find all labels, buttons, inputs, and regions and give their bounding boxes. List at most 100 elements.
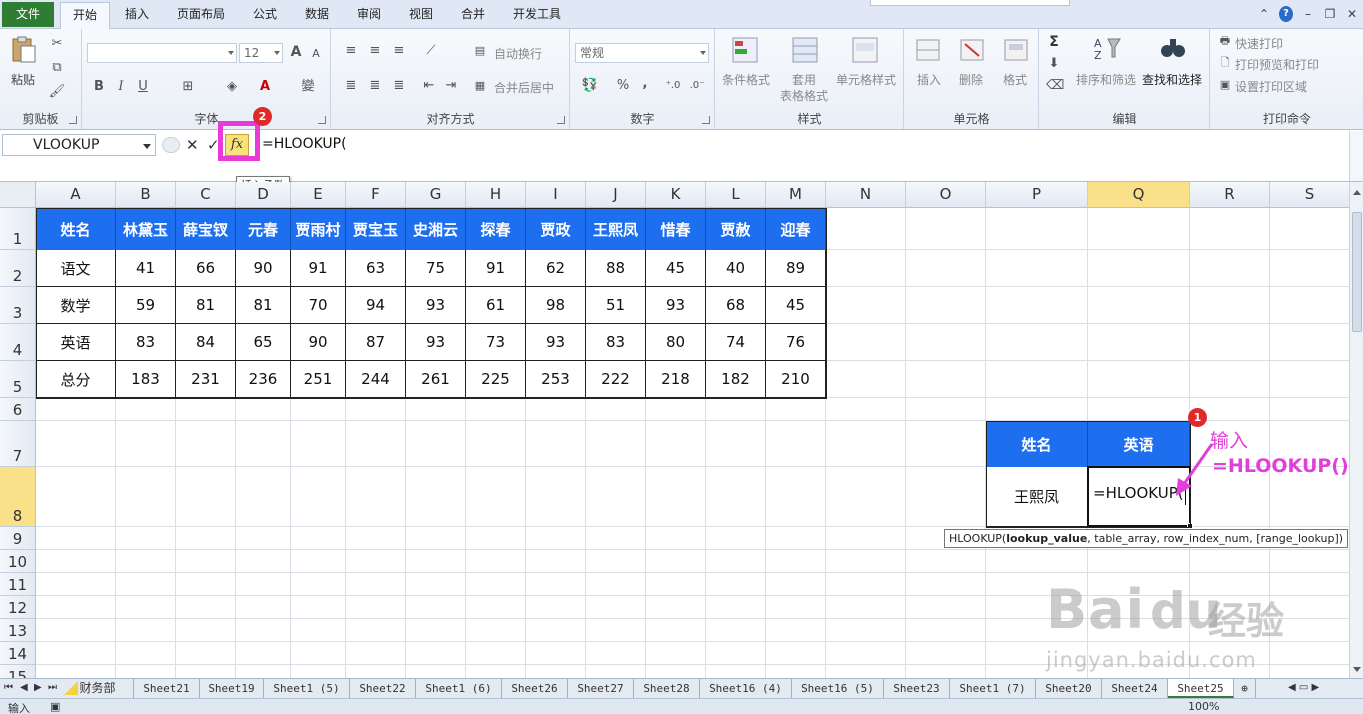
print-preview-icon[interactable]: 🗋	[1217, 54, 1233, 72]
font-size-combo[interactable]: 12	[239, 43, 283, 63]
alignment-launcher-icon[interactable]	[557, 116, 565, 124]
wrap-text-button[interactable]: 自动换行	[494, 45, 542, 62]
align-left-icon[interactable]: ≣	[342, 77, 360, 95]
sheet-tab[interactable]: Sheet28	[634, 679, 700, 698]
worksheet-grid[interactable]: A B C D E F G H I J K L M N O P Q R S 1 2 3 4 5 6 7 8 9 10 11 12 13 14 15…	[0, 182, 1349, 678]
table-cell[interactable]: 93	[406, 287, 466, 324]
table-header-cell[interactable]: 惜春	[646, 208, 706, 250]
table-cell[interactable]: 98	[526, 287, 586, 324]
table-cell[interactable]: 83	[586, 324, 646, 361]
insert-sheet-icon[interactable]: ⊕	[1234, 679, 1256, 698]
sheet-tab[interactable]: Sheet22	[350, 679, 416, 698]
table-cell[interactable]: 74	[706, 324, 766, 361]
print-area-icon[interactable]: ▣	[1217, 76, 1233, 94]
table-header-cell[interactable]: 姓名	[36, 208, 116, 250]
column-header-m[interactable]: M	[766, 182, 826, 208]
cell-styles-button[interactable]: 单元格样式	[836, 71, 896, 88]
table-cell[interactable]: 66	[176, 250, 236, 287]
table-cell[interactable]: 91	[291, 250, 346, 287]
conditional-format-icon[interactable]	[730, 35, 760, 65]
tab-view[interactable]: 视图	[400, 2, 442, 29]
currency-icon[interactable]: 💱	[579, 77, 601, 95]
table-cell[interactable]: 61	[466, 287, 526, 324]
column-header-k[interactable]: K	[646, 182, 706, 208]
decrease-decimal-icon[interactable]: .0⁻	[687, 77, 707, 95]
shrink-font-icon[interactable]: A	[309, 45, 323, 63]
table-cell[interactable]: 231	[176, 361, 236, 398]
table-cell[interactable]: 261	[406, 361, 466, 398]
next-sheet-icon[interactable]: ▶	[34, 682, 42, 693]
format-painter-icon[interactable]: 🖌	[48, 83, 66, 101]
table-header-cell[interactable]: 贾政	[526, 208, 586, 250]
format-as-table-line2[interactable]: 表格格式	[780, 87, 828, 104]
insert-cells-button[interactable]: 插入	[917, 71, 941, 88]
sort-filter-icon[interactable]: AZ	[1092, 33, 1122, 63]
table-header-cell[interactable]: 林黛玉	[116, 208, 176, 250]
table-cell[interactable]: 59	[116, 287, 176, 324]
table-cell[interactable]: 英语	[36, 324, 116, 361]
sheet-tab[interactable]: Sheet27	[568, 679, 634, 698]
column-header-f[interactable]: F	[346, 182, 406, 208]
copy-icon[interactable]: ⧉	[48, 59, 66, 77]
table-cell[interactable]: 45	[766, 287, 826, 324]
align-top-icon[interactable]: ≡	[342, 42, 360, 60]
table-cell[interactable]: 87	[346, 324, 406, 361]
comma-button[interactable]: ,	[637, 75, 653, 93]
table-header-cell[interactable]: 贾雨村	[291, 208, 346, 250]
sheet-tab[interactable]: Sheet21	[134, 679, 200, 698]
row-header-15[interactable]: 15	[0, 665, 36, 678]
restore-icon[interactable]: ❐	[1323, 6, 1337, 22]
macro-record-icon[interactable]: ▣	[50, 700, 60, 713]
table-cell[interactable]: 41	[116, 250, 176, 287]
format-cells-button[interactable]: 格式	[1003, 71, 1027, 88]
format-as-table-icon[interactable]	[790, 35, 820, 65]
column-header-q[interactable]: Q	[1088, 182, 1190, 208]
sheet-tab[interactable]: Sheet24	[1102, 679, 1168, 698]
row-header-7[interactable]: 7	[0, 421, 36, 467]
table-cell[interactable]: 89	[766, 250, 826, 287]
table-cell[interactable]: 93	[646, 287, 706, 324]
close-icon[interactable]: ✕	[1345, 6, 1359, 22]
formula-bar-scroll[interactable]	[1349, 131, 1363, 181]
column-header-n[interactable]: N	[826, 182, 906, 208]
align-center-icon[interactable]: ≣	[366, 77, 384, 95]
table-cell[interactable]: 236	[236, 361, 291, 398]
print-area-button[interactable]: 设置打印区域	[1235, 78, 1307, 95]
autosum-button[interactable]: Σ	[1046, 33, 1062, 51]
row-header-4[interactable]: 4	[0, 324, 36, 361]
tab-home[interactable]: 开始	[60, 2, 110, 30]
row-header-2[interactable]: 2	[0, 250, 36, 287]
paste-icon[interactable]	[9, 35, 39, 65]
quick-print-icon[interactable]: 🖶	[1217, 32, 1233, 50]
table-header-cell[interactable]: 贾宝玉	[346, 208, 406, 250]
bold-button[interactable]: B	[91, 78, 107, 96]
scroll-down-icon[interactable]	[1353, 667, 1361, 672]
tab-merge[interactable]: 合并	[452, 2, 494, 29]
table-cell[interactable]: 83	[116, 324, 176, 361]
table-cell[interactable]: 225	[466, 361, 526, 398]
table-cell[interactable]: 93	[526, 324, 586, 361]
table-cell[interactable]: 90	[236, 250, 291, 287]
table-cell[interactable]: 183	[116, 361, 176, 398]
table-cell[interactable]: 68	[706, 287, 766, 324]
row-header-6[interactable]: 6	[0, 398, 36, 421]
table-cell[interactable]: 91	[466, 250, 526, 287]
scroll-up-icon[interactable]	[1353, 190, 1361, 195]
tab-formulas[interactable]: 公式	[244, 2, 286, 29]
quick-print-button[interactable]: 快速打印	[1235, 35, 1283, 52]
column-header-p[interactable]: P	[986, 182, 1088, 208]
decrease-indent-icon[interactable]: ⇤	[420, 77, 438, 95]
cut-icon[interactable]: ✂	[48, 35, 66, 53]
table-header-cell[interactable]: 贾赦	[706, 208, 766, 250]
phonetic-icon[interactable]: 變	[297, 78, 319, 96]
align-middle-icon[interactable]: ≡	[366, 42, 384, 60]
row-header-1[interactable]: 1	[0, 208, 36, 250]
table-cell[interactable]: 45	[646, 250, 706, 287]
sheet-tab[interactable]: Sheet23	[884, 679, 950, 698]
table-header-cell[interactable]: 迎春	[766, 208, 826, 250]
table-header-cell[interactable]: 元春	[236, 208, 291, 250]
row-header-11[interactable]: 11	[0, 573, 36, 596]
print-preview-button[interactable]: 打印预览和打印	[1235, 56, 1319, 73]
merge-center-icon[interactable]: ▦	[472, 77, 488, 95]
table-cell[interactable]: 40	[706, 250, 766, 287]
